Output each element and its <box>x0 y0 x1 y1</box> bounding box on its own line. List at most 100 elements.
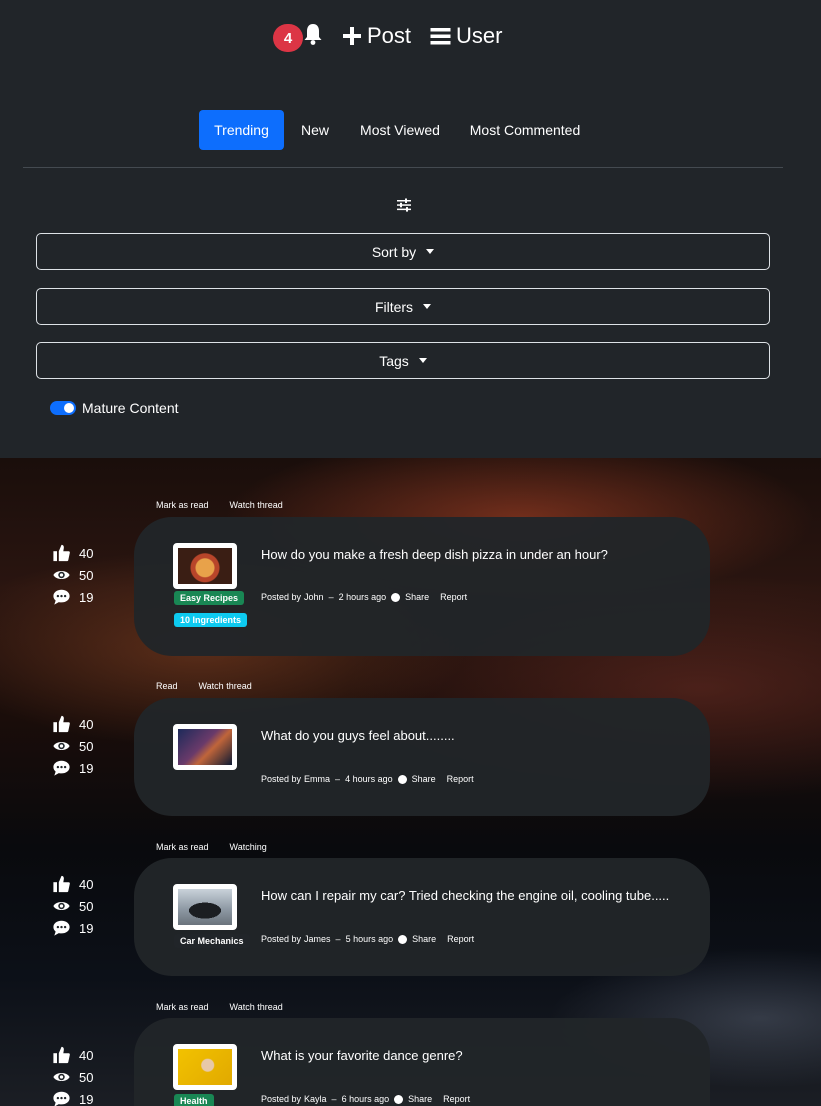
landscape-image <box>178 729 232 765</box>
post-title[interactable]: How can I repair my car? Tried checking … <box>261 888 669 903</box>
post-card[interactable]: Easy Recipes 10 Ingredients How do you m… <box>134 517 710 656</box>
post-stats: 40 50 19 <box>52 713 112 779</box>
post-stats: 40 50 19 <box>52 873 112 939</box>
tab-most-viewed[interactable]: Most Viewed <box>354 110 446 150</box>
views-count: 50 <box>79 738 94 754</box>
post-card[interactable]: Car Mechanics How can I repair my car? T… <box>134 858 710 976</box>
comments-stat[interactable]: 19 <box>52 586 112 608</box>
author-link[interactable]: Kayla <box>304 1094 327 1104</box>
share-icon <box>398 934 408 944</box>
share-link[interactable]: Share <box>412 934 436 944</box>
post-title[interactable]: What do you guys feel about........ <box>261 728 455 743</box>
post-link[interactable]: Post <box>342 23 411 49</box>
mark-as-read-link[interactable]: Mark as read <box>156 1002 209 1012</box>
thumbs-up-icon <box>53 544 70 562</box>
comment-icon <box>53 920 70 936</box>
report-link[interactable]: Report <box>447 934 474 944</box>
author-link[interactable]: James <box>304 934 331 944</box>
comments-count: 19 <box>79 1091 94 1106</box>
comments-stat[interactable]: 19 <box>52 917 112 939</box>
comments-stat[interactable]: 19 <box>52 1088 112 1106</box>
post-meta: Posted by James – 5 hours ago Share Repo… <box>261 934 474 944</box>
post-time: 6 hours ago <box>341 1094 390 1104</box>
share-link[interactable]: Share <box>412 774 436 784</box>
post-card[interactable]: What do you guys feel about........ Post… <box>134 698 710 816</box>
car-image <box>178 889 232 925</box>
views-count: 50 <box>79 1069 94 1085</box>
likes-count: 40 <box>79 876 94 892</box>
likes-count: 40 <box>79 1047 94 1063</box>
eye-icon <box>53 1072 70 1082</box>
report-link[interactable]: Report <box>447 774 474 784</box>
likes-stat[interactable]: 40 <box>52 873 112 895</box>
comments-stat[interactable]: 19 <box>52 757 112 779</box>
report-link[interactable]: Report <box>443 1094 470 1104</box>
share-icon <box>391 592 401 602</box>
views-count: 50 <box>79 567 94 583</box>
post-thumbnail[interactable] <box>173 724 237 770</box>
filters-dropdown[interactable]: Filters <box>36 288 770 325</box>
share-link[interactable]: Share <box>408 1094 432 1104</box>
dance-image <box>178 1049 232 1085</box>
tag-badge[interactable]: Easy Recipes <box>174 591 245 605</box>
mature-content-toggle[interactable] <box>50 401 76 415</box>
eye-icon <box>53 901 70 911</box>
notification-badge[interactable]: 4 <box>273 24 303 52</box>
watch-thread-link[interactable]: Watch thread <box>230 500 283 510</box>
post-thumbnail[interactable] <box>173 1044 237 1090</box>
comments-count: 19 <box>79 760 94 776</box>
tag-badge[interactable]: 10 Ingredients <box>174 613 248 627</box>
mature-content-label: Mature Content <box>82 400 179 416</box>
caret-down-icon <box>426 249 435 254</box>
share-link[interactable]: Share <box>405 592 429 602</box>
user-label: User <box>456 23 503 48</box>
tag-badge[interactable]: Car Mechanics <box>174 934 250 948</box>
tab-trending[interactable]: Trending <box>199 110 284 150</box>
read-link[interactable]: Read <box>156 681 178 691</box>
tag-badge[interactable]: Health <box>174 1094 214 1106</box>
views-stat: 50 <box>52 1066 112 1088</box>
separator: – <box>331 1094 337 1104</box>
likes-stat[interactable]: 40 <box>52 542 112 564</box>
tags-dropdown[interactable]: Tags <box>36 342 770 379</box>
separator: – <box>335 774 341 784</box>
header: 4 Post User Trending New Most Viewed Mos… <box>0 0 821 450</box>
post-meta: Posted by Emma – 4 hours ago Share Repor… <box>261 774 474 784</box>
post-time: 2 hours ago <box>338 592 387 602</box>
author-link[interactable]: Emma <box>304 774 330 784</box>
author-link[interactable]: John <box>304 592 324 602</box>
user-menu-link[interactable]: User <box>430 23 502 49</box>
mark-as-read-link[interactable]: Mark as read <box>156 842 209 852</box>
post-thumbnail[interactable] <box>173 543 237 589</box>
sliders-icon[interactable] <box>396 197 412 213</box>
bell-icon[interactable] <box>301 22 325 46</box>
post-thumbnail[interactable] <box>173 884 237 930</box>
post-time: 4 hours ago <box>345 774 393 784</box>
posted-by-label: Posted by <box>261 774 302 784</box>
post-title[interactable]: What is your favorite dance genre? <box>261 1048 463 1063</box>
post-title[interactable]: How do you make a fresh deep dish pizza … <box>261 547 608 562</box>
sort-by-dropdown[interactable]: Sort by <box>36 233 770 270</box>
tab-new[interactable]: New <box>292 110 338 150</box>
sort-by-label: Sort by <box>371 243 417 260</box>
mark-as-read-link[interactable]: Mark as read <box>156 500 209 510</box>
post-meta: Posted by Kayla – 6 hours ago Share Repo… <box>261 1094 470 1104</box>
likes-count: 40 <box>79 716 94 732</box>
share-icon <box>394 1094 404 1104</box>
post-label: Post <box>367 23 412 48</box>
watch-thread-link[interactable]: Watch thread <box>230 1002 283 1012</box>
likes-stat[interactable]: 40 <box>52 713 112 735</box>
comment-icon <box>53 1091 70 1106</box>
post-feed: Mark as read Watch thread 40 50 19 Easy … <box>0 458 821 1106</box>
divider <box>23 167 783 168</box>
eye-icon <box>53 570 70 580</box>
report-link[interactable]: Report <box>440 592 467 602</box>
post-stats: 40 50 19 <box>52 1044 112 1106</box>
thumbs-up-icon <box>53 1046 70 1064</box>
watch-thread-link[interactable]: Watch thread <box>199 681 252 691</box>
pizza-image <box>178 548 232 584</box>
watching-link[interactable]: Watching <box>230 842 267 852</box>
likes-stat[interactable]: 40 <box>52 1044 112 1066</box>
post-card[interactable]: Health What is your favorite dance genre… <box>134 1018 710 1106</box>
tab-most-commented[interactable]: Most Commented <box>463 110 587 150</box>
